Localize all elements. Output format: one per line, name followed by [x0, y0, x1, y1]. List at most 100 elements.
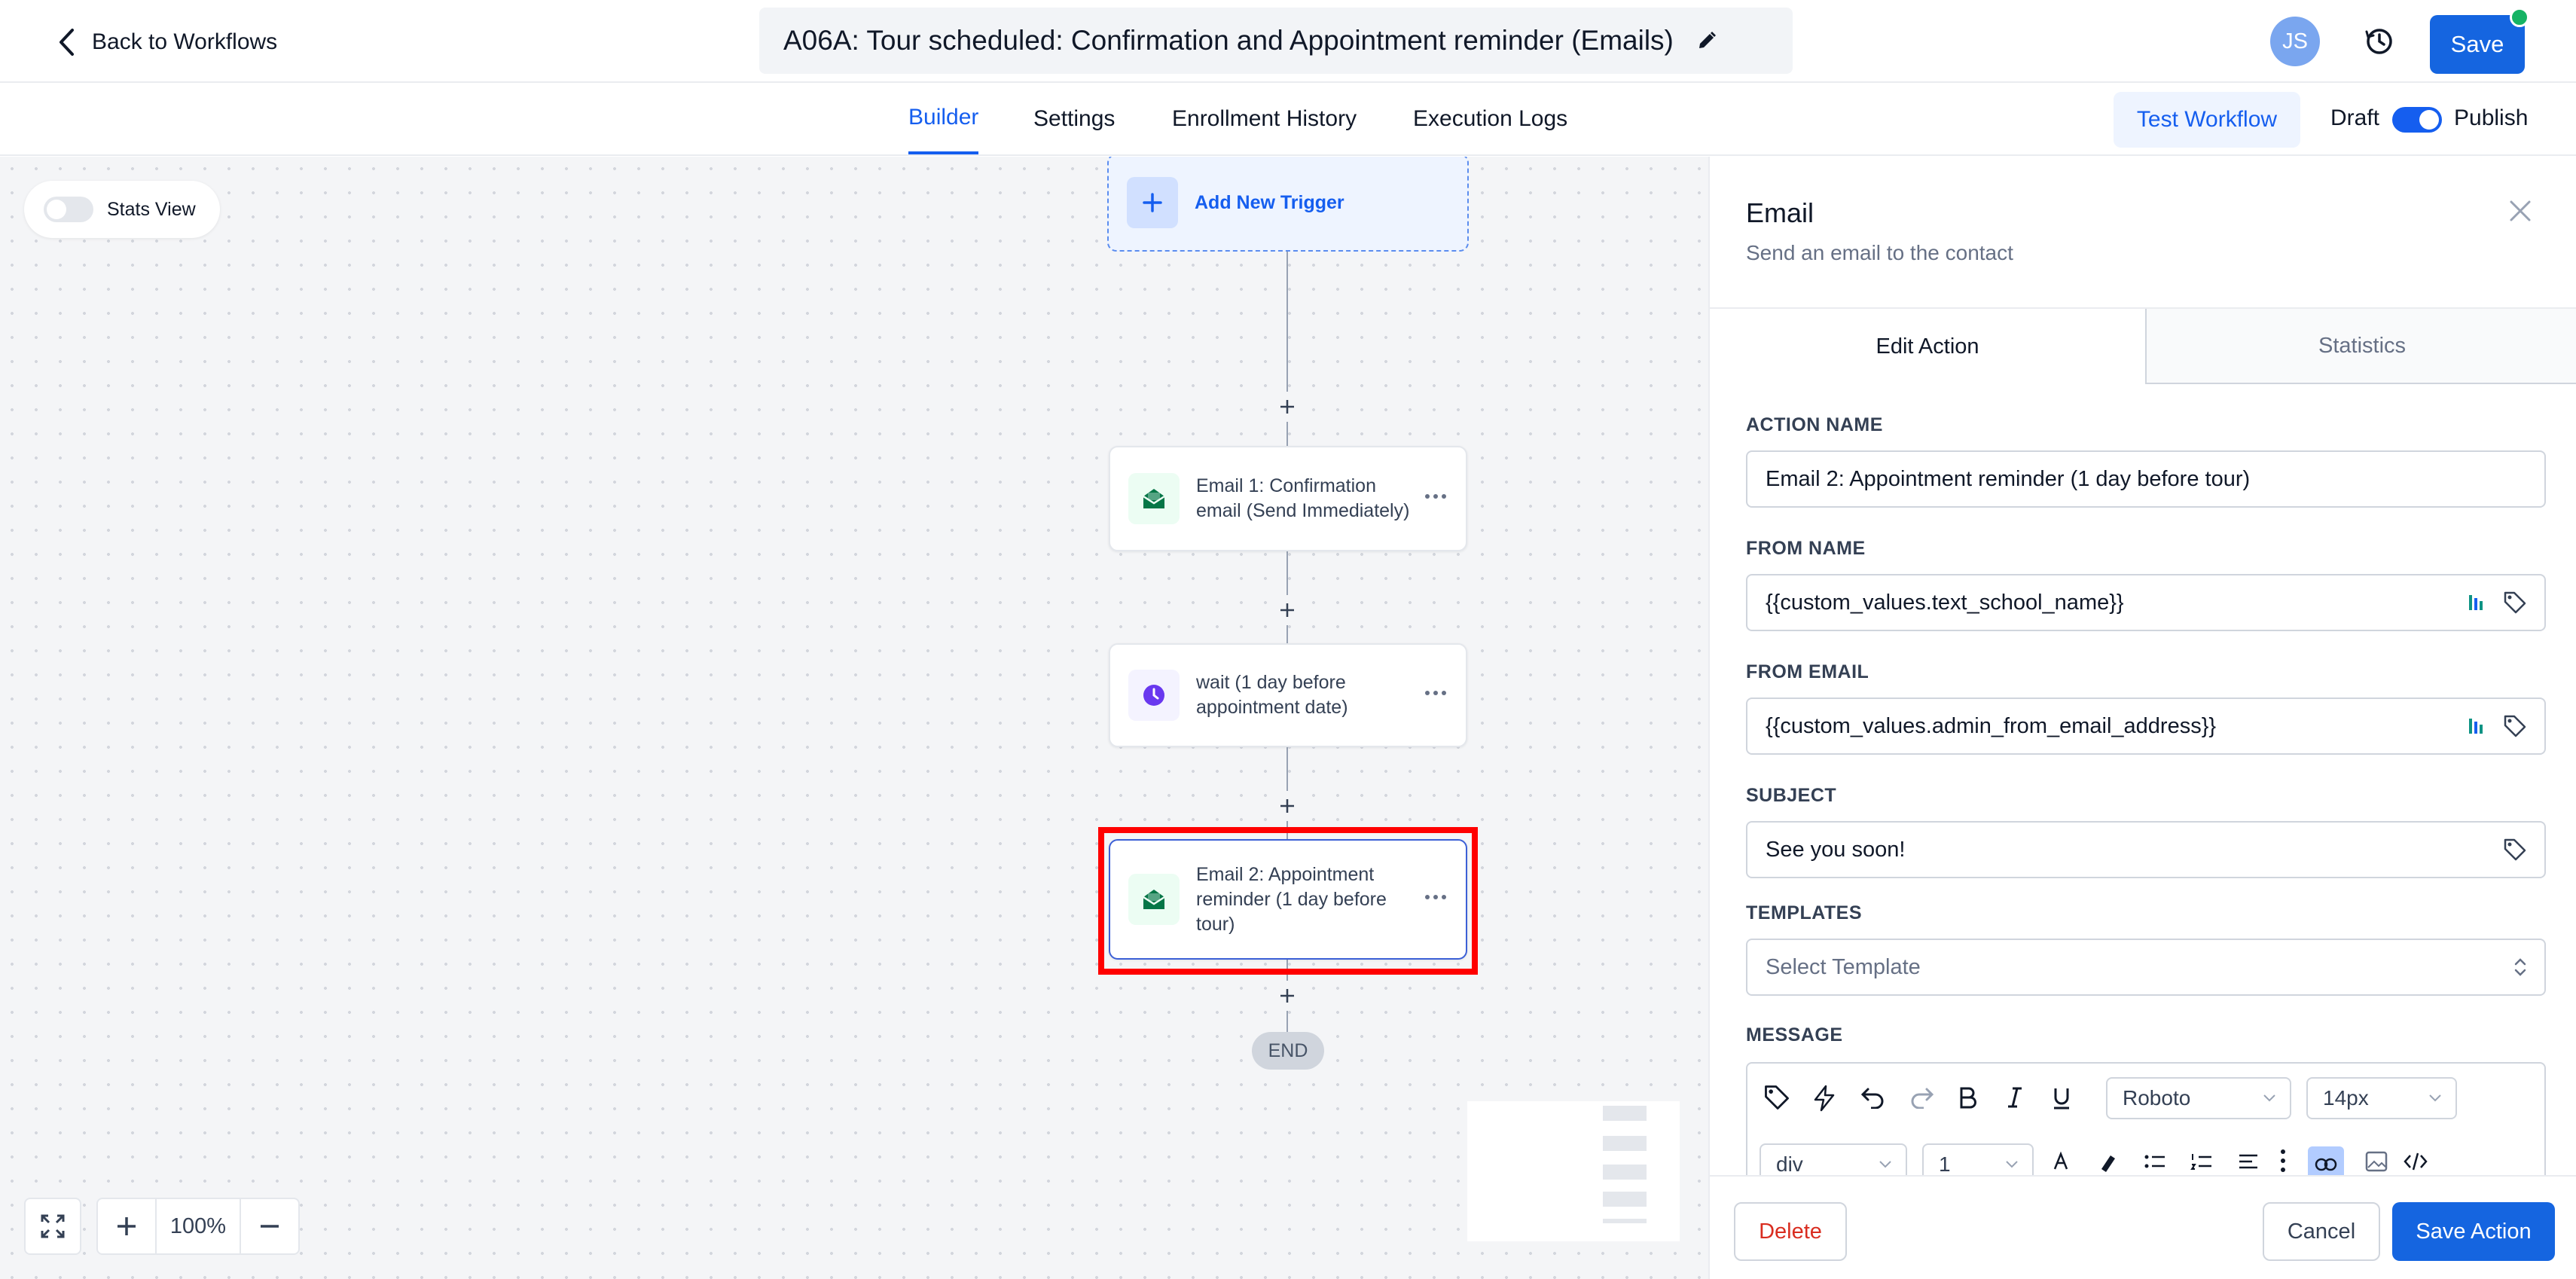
subject-label: SUBJECT: [1746, 785, 1837, 806]
code-icon[interactable]: [2403, 1151, 2428, 1172]
tab-execution-logs[interactable]: Execution Logs: [1413, 83, 1567, 154]
stats-view-control: Stats View: [24, 181, 220, 238]
test-workflow-button[interactable]: Test Workflow: [2114, 92, 2300, 148]
from-email-label: FROM EMAIL: [1746, 661, 1869, 682]
add-new-trigger-card[interactable]: Add New Trigger: [1107, 157, 1469, 252]
workflow-title-box[interactable]: A06A: Tour scheduled: Confirmation and A…: [759, 8, 1793, 74]
add-step-plus-button[interactable]: [1272, 981, 1302, 1011]
more-options-icon[interactable]: [1425, 691, 1446, 695]
publish-label: Publish: [2454, 105, 2529, 130]
save-action-button[interactable]: Save Action: [2392, 1202, 2555, 1261]
add-step-plus-button[interactable]: [1272, 791, 1302, 821]
tag-icon[interactable]: [2502, 837, 2528, 862]
text-color-icon[interactable]: [2050, 1151, 2071, 1174]
underline-icon[interactable]: [2052, 1086, 2071, 1110]
fit-view-button[interactable]: [24, 1198, 81, 1255]
zoom-out-button[interactable]: [241, 1199, 298, 1253]
block-type-value: div: [1776, 1152, 1803, 1176]
back-to-workflows-link[interactable]: Back to Workflows: [57, 23, 277, 62]
add-step-plus-button[interactable]: [1272, 595, 1302, 625]
end-marker: END: [1252, 1032, 1324, 1070]
subject-value: See you soon!: [1766, 837, 1906, 862]
lightning-icon[interactable]: [1812, 1085, 1836, 1112]
more-options-icon[interactable]: [1425, 494, 1446, 499]
workflow-node-email-1[interactable]: Email 1: Confirmation email (Send Immedi…: [1109, 446, 1467, 551]
cancel-button[interactable]: Cancel: [2263, 1202, 2380, 1261]
clock-icon: [1128, 670, 1180, 721]
workflow-canvas[interactable]: Stats View Add New Trigger Email 1: Conf…: [0, 157, 1708, 1279]
numbered-list-icon[interactable]: [2190, 1151, 2213, 1174]
plus-icon: [1127, 177, 1178, 228]
from-name-value: {{custom_values.text_school_name}}: [1766, 590, 2124, 615]
redo-icon[interactable]: [1909, 1086, 1934, 1109]
font-family-value: Roboto: [2123, 1086, 2191, 1110]
from-email-input[interactable]: {{custom_values.admin_from_email_address…: [1746, 697, 2546, 755]
tab-builder[interactable]: Builder: [908, 83, 979, 154]
save-button[interactable]: Save: [2430, 15, 2525, 74]
bold-icon[interactable]: [1958, 1086, 1978, 1109]
subject-input[interactable]: See you soon!: [1746, 821, 2546, 878]
template-select[interactable]: Select Template: [1746, 939, 2546, 996]
font-size-select[interactable]: 14px: [2306, 1077, 2457, 1119]
chevron-down-icon: [2263, 1094, 2276, 1103]
zoom-level: 100%: [155, 1199, 241, 1253]
undo-icon[interactable]: [1860, 1086, 1886, 1109]
minimap[interactable]: [1467, 1101, 1680, 1241]
from-name-label: FROM NAME: [1746, 538, 1866, 559]
draft-label: Draft: [2330, 105, 2380, 130]
top-bar: Back to Workflows A06A: Tour scheduled: …: [0, 0, 2576, 83]
workflow-node-wait[interactable]: wait (1 day before appointment date): [1109, 643, 1467, 747]
tab-enrollment-history[interactable]: Enrollment History: [1172, 83, 1357, 154]
tag-icon[interactable]: [2502, 590, 2528, 615]
panel-title: Email: [1746, 197, 1814, 228]
selected-node-highlight: [1098, 827, 1478, 975]
panel-tabs: Edit Action Statistics: [1710, 307, 2576, 384]
workflow-title: A06A: Tour scheduled: Confirmation and A…: [783, 25, 1674, 56]
chevron-down-icon: [2005, 1160, 2019, 1169]
email-icon: [1128, 473, 1180, 524]
tag-icon[interactable]: [2502, 713, 2528, 739]
action-name-input[interactable]: Email 2: Appointment reminder (1 day bef…: [1746, 450, 2546, 508]
tab-settings[interactable]: Settings: [1033, 83, 1115, 154]
history-icon[interactable]: [2362, 24, 2397, 59]
font-size-value: 14px: [2323, 1086, 2369, 1110]
tag-icon[interactable]: [1763, 1083, 1791, 1112]
edit-pencil-icon[interactable]: [1696, 30, 1717, 51]
more-vertical-icon[interactable]: [2279, 1148, 2287, 1174]
highlight-icon[interactable]: [2097, 1151, 2118, 1174]
status-online-dot: [2510, 8, 2529, 27]
workflow-tabs-bar: Builder Settings Enrollment History Exec…: [0, 83, 2576, 156]
bullet-list-icon[interactable]: [2144, 1151, 2166, 1174]
align-icon[interactable]: [2237, 1151, 2260, 1174]
stats-view-label: Stats View: [107, 198, 196, 220]
from-email-value: {{custom_values.admin_from_email_address…: [1766, 713, 2217, 738]
tab-edit-action[interactable]: Edit Action: [1710, 309, 2145, 384]
delete-button[interactable]: Delete: [1734, 1202, 1847, 1261]
image-icon[interactable]: [2365, 1151, 2388, 1172]
stats-view-toggle[interactable]: [44, 197, 93, 222]
chevron-left-icon: [57, 27, 75, 57]
custom-values-icon[interactable]: [2468, 716, 2486, 737]
close-icon[interactable]: [2508, 199, 2532, 223]
zoom-controls: 100%: [96, 1198, 300, 1255]
action-side-panel: Email Send an email to the contact Edit …: [1708, 157, 2576, 1279]
font-family-select[interactable]: Roboto: [2106, 1077, 2291, 1119]
panel-footer: Delete Cancel Save Action: [1710, 1175, 2576, 1279]
zoom-in-button[interactable]: [98, 1199, 155, 1253]
node-label: wait (1 day before appointment date): [1196, 672, 1348, 718]
add-new-trigger-label: Add New Trigger: [1195, 191, 1344, 213]
publish-toggle[interactable]: [2392, 107, 2442, 133]
from-name-input[interactable]: {{custom_values.text_school_name}}: [1746, 574, 2546, 631]
tab-statistics[interactable]: Statistics: [2145, 309, 2576, 384]
italic-icon[interactable]: [2005, 1086, 2025, 1109]
templates-label: TEMPLATES: [1746, 902, 1863, 923]
back-to-workflows-label: Back to Workflows: [92, 29, 278, 54]
chevron-down-icon: [1879, 1160, 1892, 1169]
message-label: MESSAGE: [1746, 1024, 1843, 1045]
chevron-down-icon: [2428, 1094, 2442, 1103]
panel-subtitle: Send an email to the contact: [1746, 241, 2013, 264]
custom-values-icon[interactable]: [2468, 592, 2486, 613]
action-name-label: ACTION NAME: [1746, 414, 1883, 435]
user-avatar[interactable]: JS: [2270, 17, 2320, 66]
add-step-plus-button[interactable]: [1272, 392, 1302, 422]
